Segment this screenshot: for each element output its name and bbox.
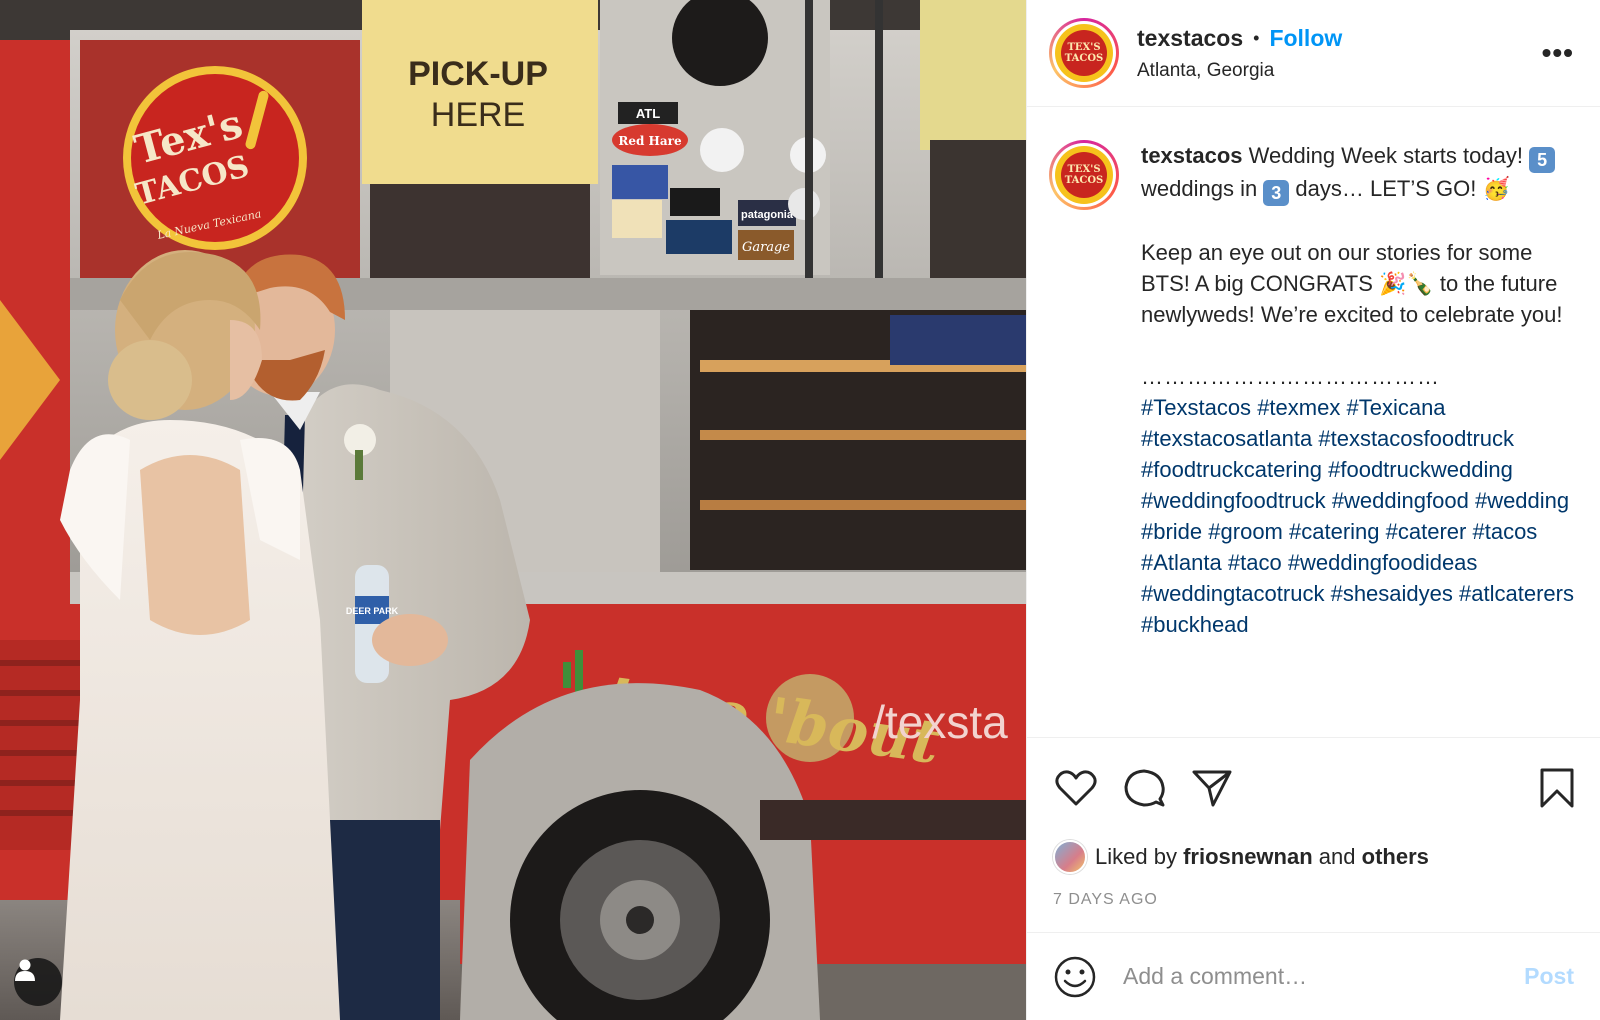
hashtag-link[interactable]: #catering: [1289, 519, 1380, 544]
sticker-patagonia-text: patagonia: [741, 209, 794, 221]
party-face-emoji: 🥳: [1482, 176, 1510, 201]
instagram-post: Tex's TACOS La Nueva Texicana PICK-UP HE…: [0, 0, 1600, 1020]
pickup-sign-line1: PICK-UP: [408, 55, 548, 93]
share-icon: [1192, 770, 1232, 806]
hashtag-link[interactable]: #weddingtacotruck: [1141, 581, 1324, 606]
caption-avatar-logo-text: TEX'S TACOS: [1061, 152, 1107, 198]
header-username-link[interactable]: texstacos: [1137, 25, 1243, 52]
texs-tacos-avatar-logo: TEX'S TACOS: [1055, 24, 1113, 82]
hashtag-link[interactable]: #taco: [1228, 550, 1282, 575]
sticker-atl-text: ATL: [636, 106, 660, 121]
post-header: TEX'S TACOS texstacos • Follow Atlanta, …: [1027, 0, 1600, 107]
keycap-five-emoji: 5: [1529, 147, 1556, 173]
more-options-icon[interactable]: •••: [1538, 39, 1578, 67]
hashtag-link[interactable]: #shesaidyes: [1331, 581, 1453, 606]
caption-dots-divider: …………………………………: [1141, 364, 1440, 389]
liker-avatar[interactable]: [1053, 840, 1087, 874]
hashtag-link[interactable]: #wedding: [1475, 488, 1569, 513]
hashtag-link[interactable]: #bride: [1141, 519, 1202, 544]
hashtag-list: #Texstacos #texmex #Texicana #texstacosa…: [1141, 392, 1578, 640]
post-comment-button[interactable]: Post: [1524, 963, 1574, 990]
share-button[interactable]: [1189, 765, 1235, 811]
hashtag-link[interactable]: #foodtruckcatering: [1141, 457, 1322, 482]
hashtag-link[interactable]: #weddingfoodideas: [1288, 550, 1478, 575]
like-button[interactable]: [1053, 765, 1099, 811]
hashtag-link[interactable]: #weddingfood: [1332, 488, 1469, 513]
hashtag-link[interactable]: #Texicana: [1346, 395, 1445, 420]
hashtag-link[interactable]: #Texstacos: [1141, 395, 1251, 420]
hashtag-link[interactable]: #texmex: [1257, 395, 1340, 420]
liked-by-and: and: [1318, 844, 1356, 869]
caption-text: texstacos Wedding Week starts today! 5 w…: [1141, 140, 1578, 737]
hashtag-link[interactable]: #texstacosfoodtruck: [1318, 426, 1514, 451]
action-bar: [1027, 737, 1600, 837]
save-button[interactable]: [1534, 765, 1580, 811]
keycap-three-emoji: 3: [1263, 180, 1290, 206]
sticker-redhare-text: Red Hare: [618, 134, 682, 148]
champagne-emoji: 🍾: [1406, 271, 1434, 296]
caption-weddings-in: weddings in: [1141, 176, 1264, 201]
caption-area: TEX'S TACOS texstacos Wedding Week start…: [1027, 107, 1600, 737]
hashtag-link[interactable]: #caterer: [1386, 519, 1467, 544]
hashtag-link[interactable]: #buckhead: [1141, 612, 1249, 637]
post-timestamp[interactable]: 7 DAYS AGO: [1027, 877, 1600, 935]
hashtag-link[interactable]: #weddingfoodtruck: [1141, 488, 1326, 513]
hashtag-link[interactable]: #texstacosatlanta: [1141, 426, 1312, 451]
hashtag-link[interactable]: #foodtruckwedding: [1328, 457, 1513, 482]
caption-avatar[interactable]: TEX'S TACOS: [1049, 140, 1119, 210]
comment-input[interactable]: [1123, 963, 1525, 990]
photo-illustration: Tex's TACOS La Nueva Texicana PICK-UP HE…: [0, 0, 1026, 1020]
post-photo[interactable]: Tex's TACOS La Nueva Texicana PICK-UP HE…: [0, 0, 1026, 1020]
caption-line1: Wedding Week starts today!: [1242, 143, 1523, 168]
user-icon: [15, 959, 35, 981]
sticker-garage-text: Garage: [742, 240, 790, 255]
others-link[interactable]: others: [1362, 844, 1429, 870]
hashtag-link[interactable]: #tacos: [1472, 519, 1537, 544]
heart-icon: [1055, 769, 1097, 805]
liked-by-prefix: Liked by: [1095, 844, 1177, 869]
tagged-users-button[interactable]: [14, 958, 62, 1006]
avatar-logo-text: TEX'S TACOS: [1061, 30, 1107, 76]
comment-bar: Post: [1027, 932, 1600, 1020]
party-popper-emoji: 🎉: [1379, 271, 1407, 296]
hashtag-link[interactable]: #Atlanta: [1141, 550, 1222, 575]
emoji-picker-icon[interactable]: [1053, 955, 1097, 999]
caption-username-link[interactable]: texstacos: [1141, 143, 1243, 168]
avatar[interactable]: TEX'S TACOS: [1049, 18, 1119, 88]
follow-button[interactable]: Follow: [1269, 25, 1342, 52]
liked-by-row: Liked by friosnewnan and others: [1027, 837, 1600, 877]
pickup-sign-line2: HERE: [431, 96, 525, 134]
caption-days: days… LET’S GO!: [1289, 176, 1477, 201]
comment-icon: [1124, 769, 1165, 806]
bottle-label-text: DEER PARK: [346, 606, 399, 616]
hashtag-link[interactable]: #atlcaterers: [1459, 581, 1574, 606]
post-side-panel: TEX'S TACOS texstacos • Follow Atlanta, …: [1026, 0, 1600, 1020]
bookmark-icon: [1540, 768, 1574, 807]
pickup-sign: PICK-UP HERE: [362, 0, 598, 184]
comment-button[interactable]: [1121, 765, 1167, 811]
truck-url-text: /texsta: [872, 696, 1008, 748]
texs-tacos-logo: Tex's TACOS La Nueva Texicana: [123, 66, 307, 250]
hashtag-link[interactable]: #groom: [1208, 519, 1283, 544]
texs-tacos-avatar-logo: TEX'S TACOS: [1055, 146, 1113, 204]
liker-username-link[interactable]: friosnewnan: [1183, 844, 1313, 870]
location-link[interactable]: Atlanta, Georgia: [1137, 60, 1538, 82]
header-separator: •: [1253, 27, 1260, 48]
